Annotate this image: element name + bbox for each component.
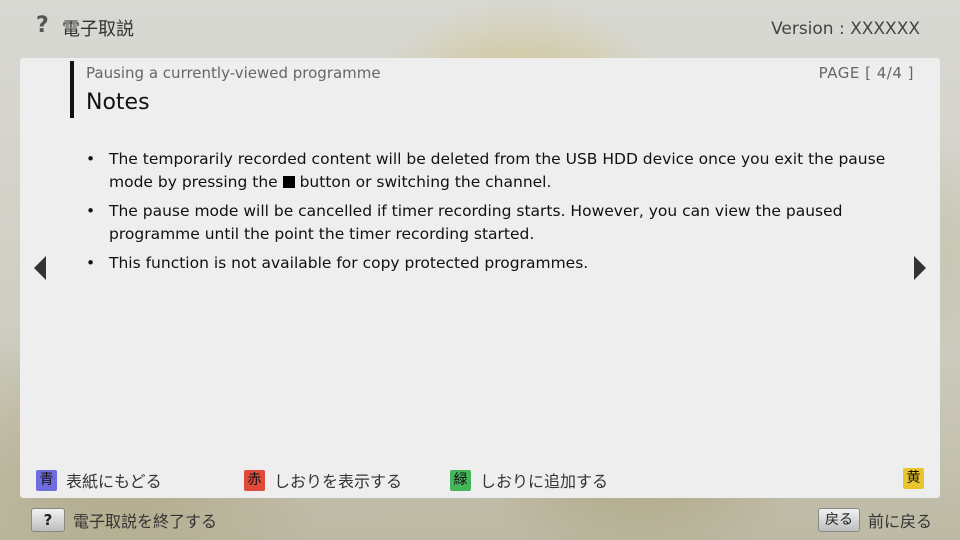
arrow-right-icon[interactable] [914, 256, 926, 280]
arrow-left-icon[interactable] [34, 256, 46, 280]
content-panel: Pausing a currently-viewed programme Not… [20, 58, 940, 498]
title-accent-bar [70, 61, 74, 118]
blue-button-label: 表紙にもどる [66, 472, 162, 491]
exit-manual-label: 電子取説を終了する [73, 512, 218, 531]
note-item: The pause mode will be cancelled if time… [86, 200, 886, 246]
help-icon: ? [36, 13, 49, 38]
notes-list: The temporarily recorded content will be… [86, 148, 886, 281]
app-title: 電子取説 [62, 19, 134, 40]
green-button-label: しおりに追加する [480, 472, 609, 491]
red-button-show-bookmarks[interactable]: 赤 しおりを表示する [244, 468, 402, 492]
exit-manual-button[interactable]: ? 電子取説を終了する [31, 508, 217, 532]
note-item: The temporarily recorded content will be… [86, 148, 886, 194]
page-heading: Notes [86, 90, 150, 115]
blue-button-cover[interactable]: 青 表紙にもどる [36, 468, 162, 492]
back-label: 前に戻る [867, 512, 932, 531]
stop-symbol-icon [282, 176, 295, 188]
red-button-label: しおりを表示する [274, 472, 403, 491]
blue-key-icon: 青 [36, 469, 57, 491]
note-text: button or switching the channel. [294, 173, 552, 191]
note-item: This function is not available for copy … [86, 252, 886, 275]
yellow-key-icon: 黄 [903, 468, 924, 489]
red-key-icon: 赤 [244, 469, 265, 491]
version-label: Version : XXXXXX [771, 19, 920, 39]
back-button[interactable]: 戻る 前に戻る [817, 508, 932, 532]
help-key-icon: ? [31, 508, 65, 532]
page-subtitle: Pausing a currently-viewed programme [86, 64, 381, 82]
green-button-add-bookmark[interactable]: 緑 しおりに追加する [450, 468, 608, 492]
back-key-icon: 戻る [817, 508, 860, 532]
page-indicator: PAGE [ 4/4 ] [818, 64, 914, 82]
yellow-button[interactable]: 黄 [903, 468, 924, 489]
green-key-icon: 緑 [450, 469, 471, 491]
